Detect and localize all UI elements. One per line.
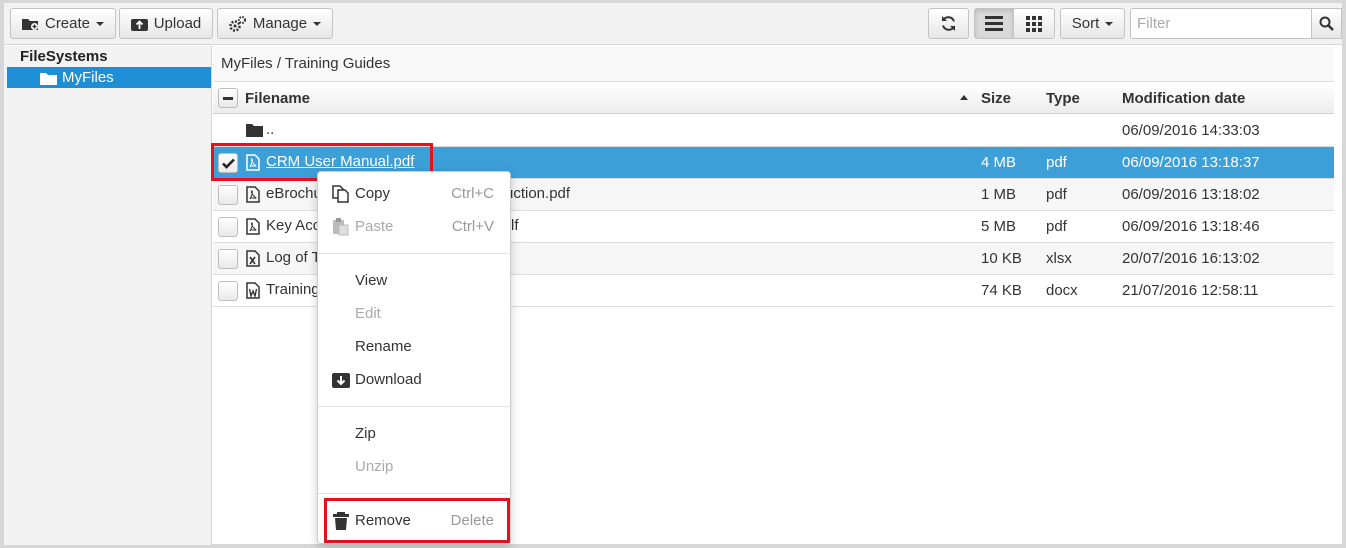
context-menu: Copy Ctrl+C Paste Ctrl+V View Edit Renam… [317, 171, 511, 544]
file-name-tail: lf [511, 217, 519, 234]
menu-item-unzip[interactable]: Unzip [318, 453, 510, 481]
upload-button[interactable]: Upload [119, 8, 213, 39]
select-all-checkbox[interactable] [218, 88, 238, 108]
file-name: .. [266, 121, 275, 138]
chevron-down-icon [96, 21, 105, 26]
file-modified: 06/09/2016 13:18:46 [1122, 218, 1260, 235]
menu-label: Unzip [355, 458, 394, 475]
file-name: Log of T [266, 249, 321, 266]
file-modified: 06/09/2016 13:18:02 [1122, 186, 1260, 203]
folder-open-icon [40, 72, 57, 85]
file-size: 5 MB [981, 218, 1017, 235]
file-modified: 06/09/2016 14:33:03 [1122, 122, 1260, 139]
row-checkbox[interactable] [218, 281, 238, 301]
menu-item-download[interactable]: Download [318, 366, 510, 394]
chevron-down-icon [1105, 21, 1114, 26]
create-folder-icon [21, 18, 38, 30]
menu-shortcut: Ctrl+V [451, 218, 494, 235]
sidebar-item-myfiles[interactable]: MyFiles [7, 67, 211, 88]
menu-label: Zip [355, 425, 376, 442]
menu-label: Download [355, 371, 422, 388]
folder-icon [246, 124, 263, 137]
menu-item-view[interactable]: View [318, 267, 510, 295]
create-label: Create [44, 15, 91, 32]
file-modified: 21/07/2016 12:58:11 [1122, 282, 1259, 299]
file-name-tail: uction.pdf [505, 185, 571, 202]
tree-root-filesystems[interactable]: FileSystems [20, 48, 108, 65]
file-name: eBrochu [266, 185, 322, 202]
menu-label: Edit [355, 305, 381, 322]
menu-label: View [355, 272, 388, 289]
upload-icon [130, 19, 148, 31]
excel-icon [246, 250, 260, 267]
row-checkbox[interactable] [218, 185, 238, 205]
file-name: Training [266, 281, 320, 298]
column-header-type[interactable]: Type [1046, 90, 1080, 107]
menu-divider [318, 253, 510, 254]
menu-divider [318, 406, 510, 407]
refresh-icon [942, 16, 955, 31]
manage-button[interactable]: Manage [217, 8, 333, 39]
file-modified: 06/09/2016 13:18:37 [1122, 154, 1260, 171]
file-size: 74 KB [981, 282, 1022, 299]
file-type: pdf [1046, 186, 1067, 203]
menu-label: Copy [355, 185, 391, 202]
sort-button[interactable]: Sort [1060, 8, 1125, 39]
list-icon [985, 16, 1003, 31]
menu-divider [318, 493, 510, 494]
create-button[interactable]: Create [10, 8, 116, 39]
file-type: pdf [1046, 154, 1067, 171]
chevron-down-icon [313, 21, 322, 26]
column-header-filename[interactable]: Filename [245, 90, 310, 107]
file-size: 10 KB [981, 250, 1022, 267]
word-icon [246, 282, 260, 299]
menu-label: Rename [355, 338, 412, 355]
menu-item-rename[interactable]: Rename [318, 333, 510, 361]
grid-view-button[interactable] [1013, 8, 1055, 39]
sort-asc-icon [960, 95, 968, 100]
row-checkbox[interactable] [218, 217, 238, 237]
gears-icon [229, 15, 246, 32]
file-type: pdf [1046, 218, 1067, 235]
search-button[interactable] [1311, 8, 1342, 39]
sidebar-item-label: MyFiles [62, 69, 114, 86]
refresh-button[interactable] [928, 8, 969, 39]
row-checkbox[interactable] [218, 249, 238, 269]
grid-icon [1026, 15, 1042, 32]
menu-item-paste[interactable]: Paste Ctrl+V [318, 213, 510, 241]
menu-shortcut: Ctrl+C [451, 185, 494, 202]
file-size: 4 MB [981, 154, 1017, 171]
upload-label: Upload [153, 15, 202, 32]
file-size: 1 MB [981, 186, 1017, 203]
menu-item-zip[interactable]: Zip [318, 420, 510, 448]
column-header-modified[interactable]: Modification date [1122, 90, 1245, 107]
sort-label: Sort [1071, 15, 1100, 32]
remove-highlight-box [324, 498, 510, 543]
copy-icon [332, 185, 349, 203]
file-name: Key Acc [266, 217, 321, 234]
menu-label: Paste [355, 218, 394, 235]
filter-input[interactable] [1130, 8, 1312, 39]
manage-label: Manage [252, 15, 308, 32]
grid-header: Filename Size Type Modification date [213, 82, 1334, 114]
search-icon [1319, 16, 1334, 31]
file-type: docx [1046, 282, 1078, 299]
menu-item-copy[interactable]: Copy Ctrl+C [318, 180, 510, 208]
pdf-icon [246, 186, 260, 203]
file-type: xlsx [1046, 250, 1072, 267]
column-header-size[interactable]: Size [981, 90, 1011, 107]
download-icon [332, 373, 350, 388]
menu-item-edit[interactable]: Edit [318, 300, 510, 328]
minus-icon [223, 96, 233, 100]
pdf-icon [246, 218, 260, 235]
list-view-button[interactable] [974, 8, 1014, 39]
paste-icon [333, 218, 349, 236]
sidebar: FileSystems MyFiles [4, 46, 212, 545]
breadcrumb: MyFiles / Training Guides [213, 46, 1334, 82]
file-modified: 20/07/2016 16:13:02 [1122, 250, 1260, 267]
toolbar: Create Upload Manage Sort [4, 3, 1342, 45]
